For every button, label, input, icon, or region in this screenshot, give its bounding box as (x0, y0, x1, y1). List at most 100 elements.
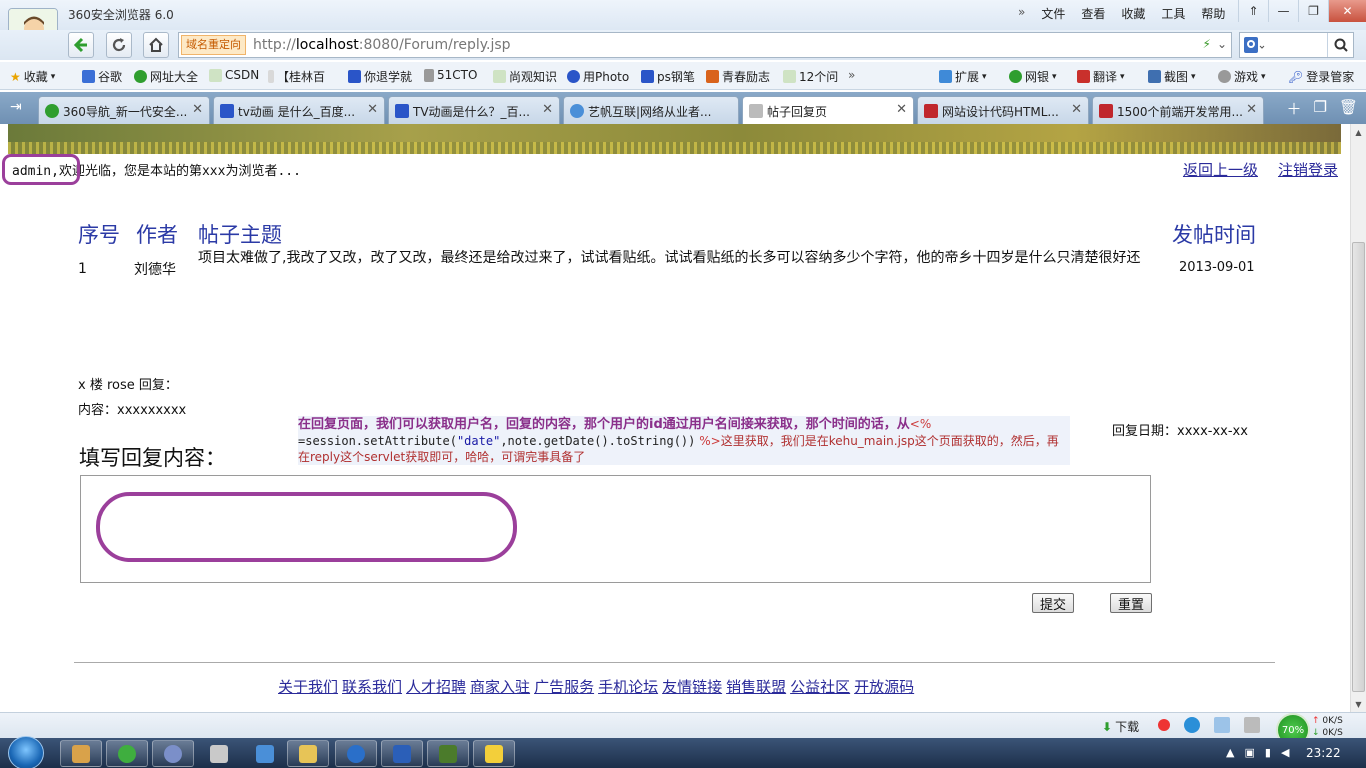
tab-html-code[interactable]: 网站设计代码HTML... ✕ (917, 96, 1089, 124)
minimize-button[interactable]: — (1268, 0, 1298, 22)
footer-link-about[interactable]: 关于我们 (278, 676, 338, 697)
download-button[interactable]: ⬇ 下载 (1102, 718, 1139, 735)
bookmark-csdn[interactable]: CSDN (209, 68, 259, 82)
refresh-button[interactable] (106, 32, 132, 58)
bookmark-favorites[interactable]: ★ 收藏 ▾ (10, 68, 55, 85)
bookmark-qingchun[interactable]: 青春励志 (706, 68, 770, 85)
taskbar-app-3[interactable] (152, 740, 194, 767)
speaker-icon[interactable] (1244, 717, 1260, 733)
back-button[interactable] (68, 32, 94, 58)
search-button[interactable] (1327, 33, 1353, 57)
bookmark-12q[interactable]: 12个问 (783, 68, 838, 85)
new-tab-icon[interactable]: ＋ (1286, 98, 1301, 119)
taskbar-app-word[interactable] (381, 740, 423, 767)
tab-close-icon[interactable]: ✕ (192, 102, 203, 117)
toolbar-translate[interactable]: 翻译 ▾ (1077, 68, 1125, 85)
tray-volume-icon[interactable]: ◀ (1281, 746, 1289, 759)
tray-network-icon[interactable]: ▣ (1244, 746, 1254, 759)
search-engine-icon[interactable] (1244, 37, 1266, 53)
bookmark-ps[interactable]: ps钢笔 (641, 68, 695, 85)
toolbar-extensions[interactable]: 扩展 ▾ (939, 68, 987, 85)
toolbar-bank[interactable]: 网银 ▾ (1009, 68, 1057, 85)
menu-tools[interactable]: 工具 (1161, 5, 1185, 22)
toolbar-screenshot[interactable]: 截图 ▾ (1148, 68, 1196, 85)
back-link[interactable]: 返回上一级 (1183, 159, 1258, 180)
pin-icon[interactable]: ⇑ (1238, 0, 1268, 22)
close-button[interactable]: ✕ (1328, 0, 1366, 22)
menu-view[interactable]: 查看 (1081, 5, 1105, 22)
home-button[interactable] (143, 32, 169, 58)
toolbar-login-manager[interactable]: 🔑︎ 登录管家 (1288, 68, 1354, 85)
ie-icon[interactable] (1184, 717, 1200, 733)
logout-link[interactable]: 注销登录 (1278, 159, 1338, 180)
plus-circle-icon[interactable] (1158, 719, 1170, 731)
taskbar-app-4[interactable] (198, 740, 240, 767)
tab-360-nav[interactable]: 360导航_新一代安全... ✕ (38, 96, 210, 124)
restore-button[interactable]: ❐ (1298, 0, 1328, 22)
tab-tv-baidu[interactable]: tv动画 是什么_百度... ✕ (213, 96, 385, 124)
toolbar-games[interactable]: 游戏 ▾ (1218, 68, 1266, 85)
window-icon[interactable] (1214, 717, 1230, 733)
taskbar-app-dreamweaver[interactable] (427, 740, 469, 767)
scroll-up-icon[interactable]: ▲ (1351, 124, 1366, 140)
lightning-icon[interactable]: ⚡ (1203, 37, 1211, 51)
footer-link-jobs[interactable]: 人才招聘 (406, 676, 466, 697)
scroll-down-icon[interactable]: ▼ (1351, 696, 1366, 712)
reset-button[interactable]: 重置 (1110, 593, 1153, 613)
tab-close-icon[interactable]: ✕ (542, 102, 553, 117)
bookmark-hao[interactable]: 网址大全 (134, 68, 198, 85)
bookmark-51cto[interactable]: 51CTO (424, 68, 477, 82)
wrench-icon (424, 68, 434, 82)
vertical-scrollbar[interactable]: ▲ ▼ (1350, 124, 1366, 712)
tray-power-icon[interactable]: ▮ (1265, 746, 1271, 759)
footer-link-opensource[interactable]: 开放源码 (854, 676, 914, 697)
domain-redirect-badge[interactable]: 域名重定向 (181, 35, 246, 55)
bookmark-google[interactable]: 谷歌 (82, 68, 122, 85)
scroll-thumb[interactable] (1352, 242, 1365, 692)
taskbar-app-notes[interactable] (473, 740, 515, 767)
bookmarks-overflow-icon[interactable]: » (848, 68, 855, 82)
page-icon (706, 70, 719, 83)
tab-favicon (45, 104, 59, 118)
taskbar-app-5[interactable] (244, 740, 286, 767)
submit-button[interactable]: 提交 (1032, 593, 1075, 613)
menu-favorites[interactable]: 收藏 (1121, 5, 1145, 22)
tab-close-icon[interactable]: ✕ (896, 102, 907, 117)
address-bar[interactable]: 域名重定向 http://localhost:8080/Forum/reply.… (178, 32, 1232, 58)
tab-yifan[interactable]: 艺帆互联|网络从业者... (563, 96, 739, 124)
taskbar-app-k[interactable] (335, 740, 377, 767)
bookmark-shangguan[interactable]: 尚观知识 (493, 68, 557, 85)
start-button[interactable] (8, 736, 44, 768)
tab-reply-page[interactable]: 帖子回复页 ✕ (742, 96, 914, 124)
bookmark-photo[interactable]: 用Photo (567, 68, 629, 85)
footer-link-merchants[interactable]: 商家入驻 (470, 676, 530, 697)
tab-frontend[interactable]: 1500个前端开发常用... ✕ (1092, 96, 1264, 124)
search-box[interactable] (1239, 32, 1354, 58)
taskbar-app-explorer[interactable] (287, 740, 329, 767)
tab-list-icon[interactable]: ❐ (1314, 98, 1327, 119)
taskbar-app-1[interactable] (60, 740, 102, 767)
tab-close-icon[interactable]: ✕ (367, 102, 378, 117)
sidebar-toggle-icon[interactable]: ⇥ (10, 99, 22, 115)
chevron-down-icon[interactable]: ⌄ (1217, 37, 1227, 51)
menu-help[interactable]: 帮助 (1201, 5, 1225, 22)
footer-link-charity[interactable]: 公益社区 (790, 676, 850, 697)
tab-close-icon[interactable]: ✕ (1246, 102, 1257, 117)
tab-close-icon[interactable]: ✕ (1071, 102, 1082, 117)
menu-file[interactable]: 文件 (1041, 5, 1065, 22)
menu-overflow-icon[interactable]: » (1018, 5, 1025, 22)
footer-link-ads[interactable]: 广告服务 (534, 676, 594, 697)
trash-icon[interactable]: 🗑︎ (1339, 98, 1358, 119)
url-text[interactable]: http://localhost:8080/Forum/reply.jsp (253, 37, 511, 53)
taskbar-app-360[interactable] (106, 740, 148, 767)
footer-link-alliance[interactable]: 销售联盟 (726, 676, 786, 697)
reply-textarea[interactable] (80, 475, 1151, 583)
bookmark-tuixue[interactable]: 你退学就 (348, 68, 412, 85)
footer-link-mobile[interactable]: 手机论坛 (598, 676, 658, 697)
footer-link-contact[interactable]: 联系我们 (342, 676, 402, 697)
clock[interactable]: 23:22 (1306, 746, 1341, 760)
tray-expand-icon[interactable]: ▲ (1226, 746, 1234, 759)
tab-tv-anime[interactable]: TV动画是什么？_百... ✕ (388, 96, 560, 124)
footer-link-friends[interactable]: 友情链接 (662, 676, 722, 697)
bookmark-guilin[interactable]: 【桂林百 (268, 68, 325, 85)
